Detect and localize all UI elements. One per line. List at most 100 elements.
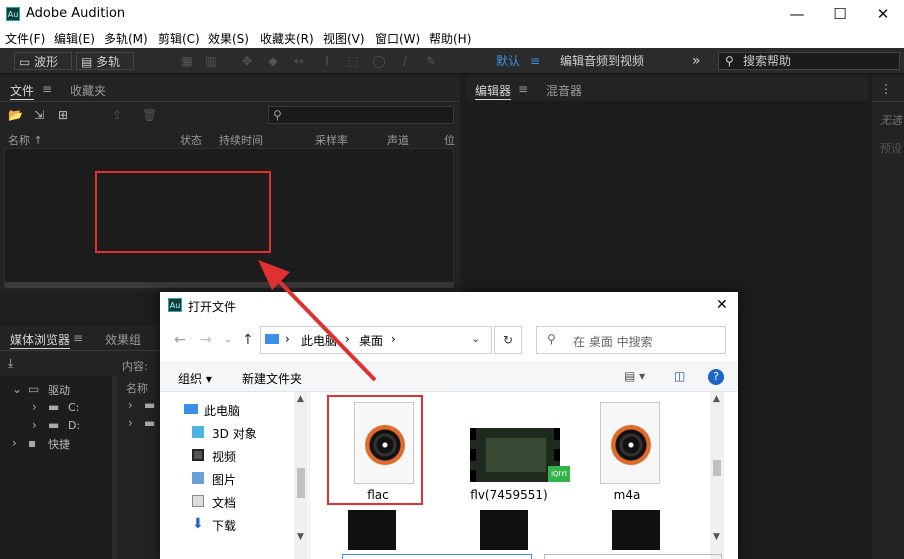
media-menu-icon[interactable]: ≡ xyxy=(73,331,83,345)
file-item-thumbnail[interactable] xyxy=(480,510,528,550)
documents-icon xyxy=(192,495,204,507)
dialog-search-input[interactable]: ⚲ 在 桌面 中搜索 xyxy=(536,326,726,354)
menu-file[interactable]: 文件(F) xyxy=(5,30,45,47)
panel-menu-icon[interactable]: ⋮ xyxy=(880,82,892,96)
workspace-edit-video[interactable]: 编辑音频到视频 xyxy=(560,52,644,70)
nav-documents[interactable]: 文档 xyxy=(212,494,236,511)
tab-favorites[interactable]: 收藏夹 xyxy=(70,82,106,99)
scroll-down-icon[interactable]: ▼ xyxy=(713,532,720,542)
menu-clip[interactable]: 剪辑(C) xyxy=(158,30,200,47)
files-search-input[interactable]: ⚲ xyxy=(268,106,454,124)
insert-icon[interactable]: ⇪ xyxy=(112,108,122,122)
tree-item-drives[interactable]: 驱动 xyxy=(48,382,70,398)
new-file-icon[interactable]: ⊞ xyxy=(58,108,68,122)
workspace-menu-icon[interactable]: ≡ xyxy=(530,52,540,70)
scroll-up-icon[interactable]: ▲ xyxy=(713,394,720,404)
multitrack-button[interactable]: ▤ 多轨 xyxy=(76,52,134,70)
maximize-button[interactable]: ☐ xyxy=(817,0,863,28)
file-scroll-thumb[interactable] xyxy=(713,460,721,476)
delete-icon[interactable]: 🗑 xyxy=(142,108,157,122)
recent-dropdown-icon[interactable]: ⌄ xyxy=(224,334,232,345)
file-type-select[interactable] xyxy=(544,554,722,559)
column-bits[interactable]: 位 xyxy=(444,132,455,148)
menu-view[interactable]: 视图(V) xyxy=(323,30,365,47)
dialog-close-button[interactable]: ✕ xyxy=(716,297,728,313)
open-file-icon[interactable]: 📂 xyxy=(8,108,23,122)
tree-item-d[interactable]: D: xyxy=(68,419,80,432)
expand-chevron-icon[interactable]: › xyxy=(128,416,133,430)
file-name-input[interactable] xyxy=(342,554,532,559)
view-mode-icon[interactable]: ▤ ▾ xyxy=(624,369,645,383)
waveform-button[interactable]: ▭ 波形 xyxy=(14,52,72,70)
expand-chevron-icon[interactable]: › xyxy=(32,400,37,414)
tab-files[interactable]: 文件 xyxy=(10,82,35,100)
menu-edit[interactable]: 编辑(E) xyxy=(54,30,95,47)
file-item-thumbnail[interactable] xyxy=(348,510,396,550)
tab-effects-rack[interactable]: 效果组 xyxy=(105,331,141,348)
expand-chevron-icon[interactable]: › xyxy=(32,418,37,432)
expand-chevron-icon[interactable]: › xyxy=(128,398,133,412)
column-sample-rate[interactable]: 采样率 xyxy=(315,132,348,148)
workspace-overflow-icon[interactable]: » xyxy=(692,52,701,70)
nav-pictures[interactable]: 图片 xyxy=(212,471,236,488)
refresh-button[interactable]: ↻ xyxy=(494,326,522,354)
nav-scroll-thumb[interactable] xyxy=(297,468,305,498)
lasso-icon[interactable]: ◯ xyxy=(372,54,386,68)
nav-this-pc[interactable]: 此电脑 xyxy=(204,402,240,419)
tab-editor[interactable]: 编辑器 xyxy=(475,82,512,100)
time-select-icon[interactable]: I xyxy=(320,54,334,68)
tab-media-browser[interactable]: 媒体浏览器 xyxy=(10,331,71,349)
files-panel-menu-icon[interactable]: ≡ xyxy=(42,82,52,96)
column-duration[interactable]: 持续时间 xyxy=(219,132,263,148)
file-item-flv[interactable]: iQIYI flv(7459551) xyxy=(456,396,570,504)
menu-help[interactable]: 帮助(H) xyxy=(429,30,471,47)
back-icon[interactable]: ← xyxy=(174,332,186,348)
tree-scrollbar[interactable] xyxy=(112,376,118,559)
scroll-down-icon[interactable]: ▼ xyxy=(297,532,304,542)
pitch-icon[interactable]: ▥ xyxy=(204,54,218,68)
divider xyxy=(0,350,162,351)
nav-scrollbar[interactable]: ▲ ▼ xyxy=(294,392,308,559)
close-button[interactable]: ✕ xyxy=(860,0,904,28)
menu-favorites[interactable]: 收藏夹(R) xyxy=(260,30,314,47)
column-channels[interactable]: 声道 xyxy=(387,132,409,148)
help-button[interactable]: ? xyxy=(708,369,724,385)
address-dropdown-icon[interactable]: ⌄ xyxy=(471,332,480,345)
content-label: 内容: xyxy=(122,360,148,373)
expand-chevron-icon[interactable]: ⌄ xyxy=(12,382,22,396)
workspace-default[interactable]: 默认 xyxy=(496,52,520,70)
help-search-input[interactable]: ⚲ 搜索帮助 xyxy=(718,52,900,70)
healing-icon[interactable]: ✎ xyxy=(424,54,438,68)
menu-effects[interactable]: 效果(S) xyxy=(208,30,249,47)
spectral-icon[interactable]: ▦ xyxy=(180,54,194,68)
brush-icon[interactable]: / xyxy=(398,54,412,68)
preview-pane-icon[interactable]: ◫ xyxy=(674,369,685,383)
marquee-icon[interactable]: ⬚ xyxy=(346,54,360,68)
expand-chevron-icon[interactable]: › xyxy=(12,436,17,450)
move-tool-icon[interactable]: ✥ xyxy=(240,54,254,68)
file-item-m4a[interactable]: m4a xyxy=(582,396,678,504)
column-name[interactable]: 名称 ↑ xyxy=(8,132,43,148)
tree-item-c[interactable]: C: xyxy=(68,401,79,414)
file-item-thumbnail[interactable] xyxy=(612,510,660,550)
tree-item-shortcuts[interactable]: 快捷 xyxy=(48,436,70,452)
forward-icon[interactable]: → xyxy=(200,332,212,348)
nav-downloads[interactable]: 下载 xyxy=(212,517,236,534)
nav-videos[interactable]: 视频 xyxy=(212,448,236,465)
slip-tool-icon[interactable]: ↔ xyxy=(292,54,306,68)
menu-multitrack[interactable]: 多轨(M) xyxy=(104,30,148,47)
import-icon[interactable]: ⇲ xyxy=(34,108,44,122)
file-name: flv(7459551) xyxy=(470,488,548,502)
tab-mixer[interactable]: 混音器 xyxy=(546,82,582,99)
column-status[interactable]: 状态 xyxy=(180,132,202,148)
razor-tool-icon[interactable]: ◆ xyxy=(266,54,280,68)
file-grid-scrollbar[interactable]: ▲ ▼ xyxy=(710,392,724,559)
menu-window[interactable]: 窗口(W) xyxy=(375,30,420,47)
editor-menu-icon[interactable]: ≡ xyxy=(518,82,528,96)
minimize-button[interactable]: — xyxy=(774,0,820,28)
media-name-header[interactable]: 名称 xyxy=(126,380,148,396)
organize-button[interactable]: 组织 ▾ xyxy=(178,370,212,387)
download-icon[interactable]: ⤓ xyxy=(8,356,13,371)
nav-3d-objects[interactable]: 3D 对象 xyxy=(212,425,257,442)
scroll-up-icon[interactable]: ▲ xyxy=(297,394,304,404)
